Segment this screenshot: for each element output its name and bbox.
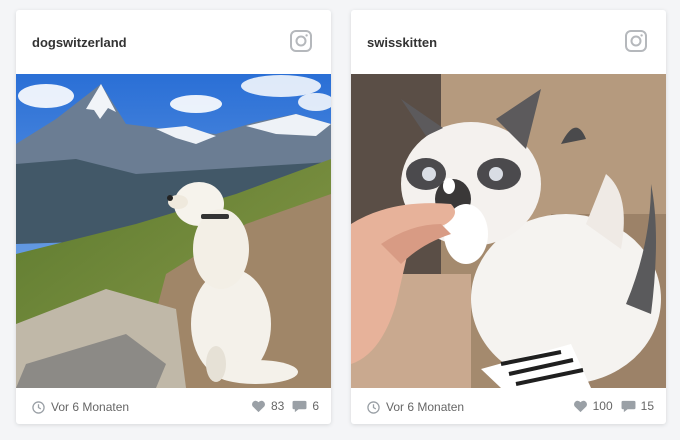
comment-icon (621, 400, 636, 412)
timestamp: Vor 6 Monaten (367, 400, 464, 414)
likes[interactable]: 83 (251, 399, 284, 413)
likes-count: 83 (270, 399, 285, 413)
username[interactable]: dogswitzerland (32, 35, 127, 50)
stats: 100 15 (565, 399, 654, 413)
clock-icon (367, 400, 380, 414)
card-header: dogswitzerland (16, 10, 331, 74)
card-footer: Vor 6 Monaten 100 15 (351, 388, 666, 424)
instagram-icon[interactable] (289, 29, 313, 53)
comments-count: 6 (312, 399, 319, 413)
comments[interactable]: 6 (292, 399, 319, 413)
post-photo[interactable] (351, 74, 666, 388)
timestamp: Vor 6 Monaten (32, 400, 129, 414)
post-photo[interactable] (16, 74, 331, 388)
post-card[interactable]: dogswitzerland Vor 6 Monaten 83 6 (16, 10, 331, 424)
comments[interactable]: 15 (621, 399, 654, 413)
timestamp-text: Vor 6 Monaten (386, 400, 465, 414)
post-card[interactable]: swisskitten Vor 6 Monaten 100 15 (351, 10, 666, 424)
card-footer: Vor 6 Monaten 83 6 (16, 388, 331, 424)
likes-count: 100 (592, 399, 613, 413)
comment-icon (292, 400, 307, 412)
heart-icon (573, 400, 587, 412)
timestamp-text: Vor 6 Monaten (51, 400, 130, 414)
username[interactable]: swisskitten (367, 35, 437, 50)
likes[interactable]: 100 (573, 399, 613, 413)
heart-icon (251, 400, 265, 412)
instagram-icon[interactable] (624, 29, 648, 53)
stats: 83 6 (243, 399, 319, 413)
clock-icon (32, 400, 45, 414)
card-header: swisskitten (351, 10, 666, 74)
comments-count: 15 (640, 399, 654, 413)
